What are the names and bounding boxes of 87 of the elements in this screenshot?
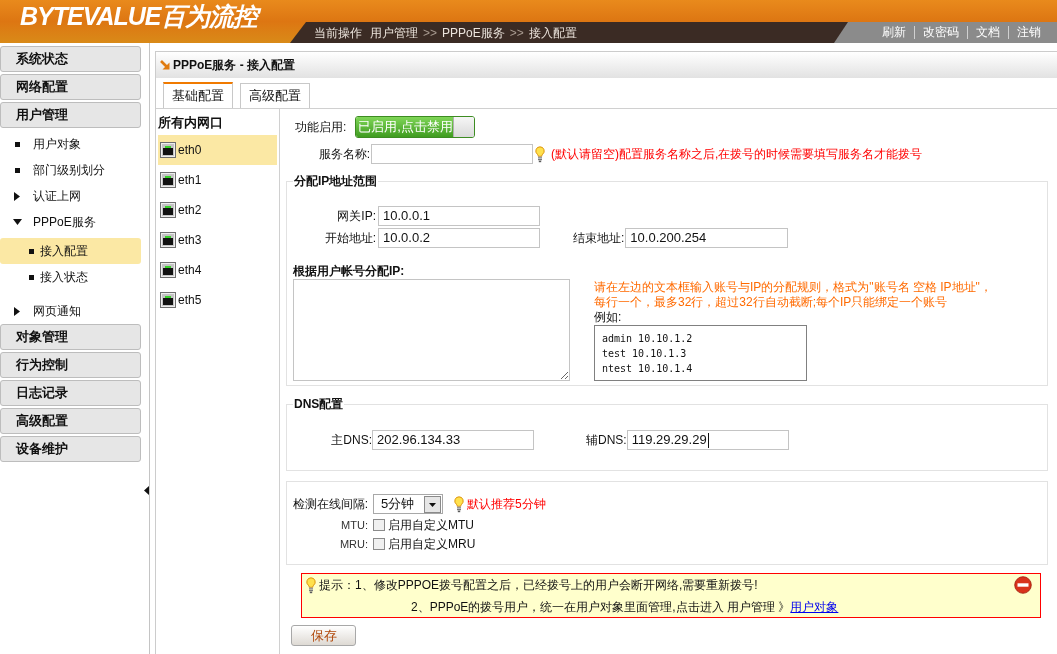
caret-down-icon[interactable] — [12, 219, 22, 225]
field-label: 网关IP: — [336, 208, 376, 225]
logo: BYTEVALUE百为流控 — [20, 3, 290, 29]
network-port-icon — [160, 262, 176, 278]
list-heading: 所有内网口 — [157, 114, 224, 132]
sidebar-item[interactable]: 部门级别划分 — [0, 157, 141, 183]
ip-input[interactable]: 10.0.0.2 — [378, 228, 540, 248]
checkbox-label: 启用自定义MTU — [388, 517, 474, 534]
field-label: 服务名称: — [317, 146, 370, 163]
sidebar-group[interactable]: 设备维护 — [0, 436, 141, 462]
example-label: 例如: — [594, 310, 623, 325]
notice-label: 提示： — [319, 577, 355, 594]
network-port-icon — [160, 292, 176, 308]
field-label: 功能启用: — [295, 119, 347, 136]
hint-text: 默认推荐5分钟 — [467, 496, 546, 513]
network-port-icon — [160, 202, 176, 218]
example-line: admin 10.10.1.2 — [602, 332, 694, 346]
checkbox[interactable] — [373, 519, 385, 531]
breadcrumb-separator: >> — [509, 24, 524, 42]
checkbox-label: 启用自定义MRU — [388, 536, 476, 553]
checkbox[interactable] — [373, 538, 385, 550]
arrow-icon — [160, 60, 170, 70]
sidebar-item[interactable]: 网页通知 — [0, 298, 141, 324]
interface-item[interactable]: eth4 — [158, 255, 277, 285]
service-name-input[interactable] — [371, 144, 533, 164]
sidebar-item[interactable]: PPPoE服务 — [0, 209, 141, 235]
breadcrumb-item: 用户管理 — [370, 24, 418, 42]
field-label: MRU: — [338, 536, 368, 552]
interface-item[interactable]: eth3 — [158, 225, 277, 255]
save-button[interactable]: 保存 — [291, 625, 356, 646]
hint-text: (默认请留空)配置服务名称之后,在拨号的时候需要填写服务名才能拨号 — [551, 146, 923, 163]
link[interactable]: 用户对象 — [790, 599, 839, 614]
tab[interactable]: 基础配置 — [163, 82, 233, 108]
sidebar-group[interactable]: 用户管理 — [0, 102, 141, 128]
sidebar-item[interactable]: 用户对象 — [0, 131, 141, 157]
dns-input[interactable]: 202.96.134.33 — [372, 430, 534, 450]
network-port-icon — [160, 232, 176, 248]
field-label: MTU: — [340, 517, 368, 533]
lightbulb-icon — [306, 576, 316, 594]
panel-title: PPPoE服务 - 接入配置 — [173, 57, 295, 74]
field-label: 主DNS: — [330, 432, 372, 449]
sidebar-group[interactable]: 高级配置 — [0, 408, 141, 434]
lightbulb-icon — [535, 145, 545, 163]
breadcrumb-item: 接入配置 — [528, 24, 577, 42]
example-line: ntest 10.10.1.4 — [602, 362, 694, 376]
tab[interactable]: 高级配置 — [240, 83, 310, 108]
interface-item[interactable]: eth0 — [158, 135, 277, 165]
interval-select[interactable]: 5分钟 — [373, 494, 443, 514]
field-label: 开始地址: — [323, 230, 376, 247]
sidebar-group[interactable]: 对象管理 — [0, 324, 141, 350]
close-icon[interactable] — [1014, 576, 1032, 594]
caret-left-icon[interactable] — [144, 486, 149, 495]
sidebar-group[interactable]: 行为控制 — [0, 352, 141, 378]
network-port-icon — [160, 172, 176, 188]
hint-text: 请在左边的文本框输入账号与IP的分配规则，格式为"账号名 空格 IP地址"，每行一个，最多32行，超过32行自动截断;每个IP只能绑定一个账号 — [594, 280, 993, 310]
square-bullet-icon — [14, 167, 20, 173]
lightbulb-icon — [454, 495, 464, 513]
interface-item[interactable]: eth1 — [158, 165, 277, 195]
sidebar-item[interactable]: 认证上网 — [0, 183, 141, 209]
section-title: DNS配置 — [293, 396, 345, 412]
sidebar-group[interactable]: 网络配置 — [0, 74, 141, 100]
ip-input[interactable]: 10.0.0.1 — [378, 206, 540, 226]
square-bullet-icon — [14, 141, 20, 147]
notice-text: 2、PPPoE的拨号用户，统一在用户对象里面管理,点击进入 用户管理 》用户对象 — [411, 598, 839, 616]
field-label: 结束地址: — [573, 230, 625, 247]
network-port-icon — [160, 142, 176, 158]
sidebar-item[interactable]: 接入状态 — [0, 264, 141, 290]
interface-item[interactable]: eth5 — [158, 285, 277, 315]
breadcrumb-item: PPPoE服务 — [442, 24, 505, 42]
notice-text: 1、修改PPPOE拨号配置之后，已经拨号上的用户会断开网络,需要重新拨号! — [355, 577, 758, 594]
sidebar-group[interactable]: 日志记录 — [0, 380, 141, 406]
interface-item[interactable]: eth2 — [158, 195, 277, 225]
sidebar-group[interactable]: 系统状态 — [0, 46, 141, 72]
square-bullet-icon — [28, 248, 34, 254]
field-label: 根据用户帐号分配IP: — [293, 264, 406, 278]
dns-input[interactable]: 119.29.29.29 — [626, 430, 789, 450]
breadcrumb-separator: >> — [423, 24, 437, 42]
example-line: test 10.10.1.3 — [602, 347, 688, 361]
ip-input[interactable]: 10.0.200.254 — [625, 228, 789, 248]
caret-right-icon[interactable] — [14, 191, 20, 201]
section-title: 分配IP地址范围 — [293, 173, 379, 189]
breadcrumb-label: 当前操作 — [314, 24, 362, 42]
square-bullet-icon — [28, 274, 34, 280]
field-label: 检测在线间隔: — [291, 496, 368, 513]
field-label: 辅DNS: — [586, 432, 627, 449]
sidebar-item[interactable]: 接入配置 — [0, 238, 141, 264]
caret-right-icon[interactable] — [14, 306, 20, 316]
